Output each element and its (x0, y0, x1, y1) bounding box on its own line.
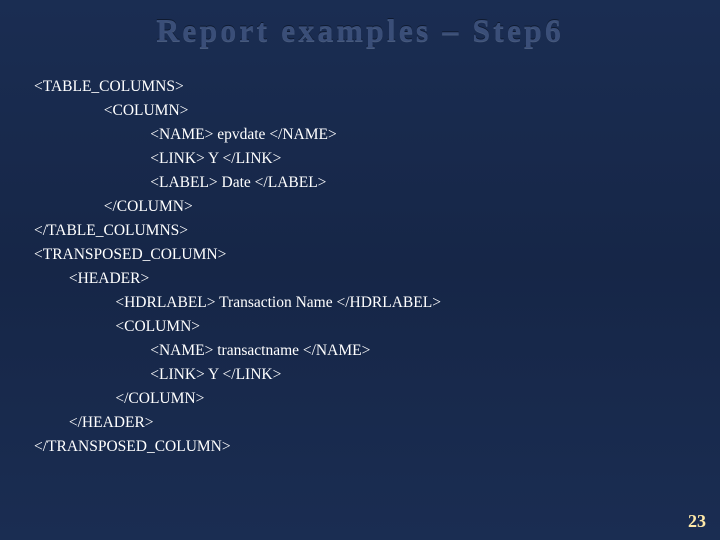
code-block: <TABLE_COLUMNS> <COLUMN> <NAME> epvdate … (0, 49, 720, 459)
slide-title: Report examples – Step6 (0, 0, 720, 49)
page-number: 23 (688, 511, 706, 532)
